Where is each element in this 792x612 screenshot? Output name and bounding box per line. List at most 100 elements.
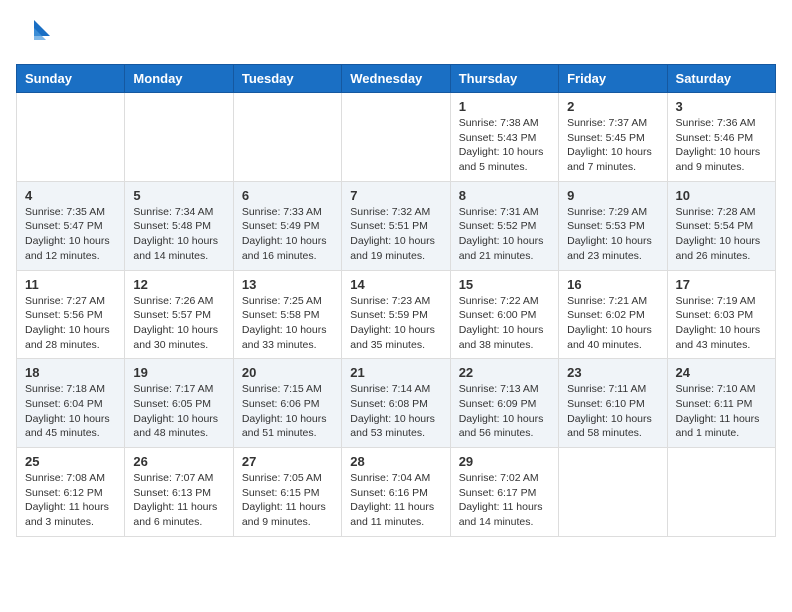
- calendar-cell: 14 Sunrise: 7:23 AM Sunset: 5:59 PM Dayli…: [342, 270, 450, 359]
- calendar-cell: 15 Sunrise: 7:22 AM Sunset: 6:00 PM Dayli…: [450, 270, 558, 359]
- day-info: Sunrise: 7:02 AM Sunset: 6:17 PM Dayligh…: [459, 471, 550, 530]
- calendar-cell: 4 Sunrise: 7:35 AM Sunset: 5:47 PM Daylig…: [17, 181, 125, 270]
- calendar-cell: 6 Sunrise: 7:33 AM Sunset: 5:49 PM Daylig…: [233, 181, 341, 270]
- day-number: 23: [567, 365, 658, 380]
- calendar-cell: 3 Sunrise: 7:36 AM Sunset: 5:46 PM Daylig…: [667, 93, 775, 182]
- calendar-cell: [125, 93, 233, 182]
- day-info: Sunrise: 7:23 AM Sunset: 5:59 PM Dayligh…: [350, 294, 441, 353]
- day-number: 5: [133, 188, 224, 203]
- calendar-cell: 28 Sunrise: 7:04 AM Sunset: 6:16 PM Dayli…: [342, 448, 450, 537]
- calendar-week-row: 4 Sunrise: 7:35 AM Sunset: 5:47 PM Daylig…: [17, 181, 776, 270]
- calendar-cell: 23Sunrise: 7:11 AM Sunset: 6:10 PM Dayli…: [559, 359, 667, 448]
- calendar-cell: [233, 93, 341, 182]
- day-number: 4: [25, 188, 116, 203]
- calendar-cell: 17 Sunrise: 7:19 AM Sunset: 6:03 PM Dayli…: [667, 270, 775, 359]
- day-number: 7: [350, 188, 441, 203]
- day-number: 26: [133, 454, 224, 469]
- calendar-cell: 21 Sunrise: 7:14 AM Sunset: 6:08 PM Dayli…: [342, 359, 450, 448]
- day-of-week-header: Sunday: [17, 65, 125, 93]
- day-of-week-header: Thursday: [450, 65, 558, 93]
- day-number: 25: [25, 454, 116, 469]
- day-number: 22: [459, 365, 550, 380]
- day-of-week-header: Tuesday: [233, 65, 341, 93]
- day-number: 11: [25, 277, 116, 292]
- calendar-cell: 20 Sunrise: 7:15 AM Sunset: 6:06 PM Dayli…: [233, 359, 341, 448]
- calendar-week-row: 25 Sunrise: 7:08 AM Sunset: 6:12 PM Dayli…: [17, 448, 776, 537]
- day-info: Sunrise: 7:15 AM Sunset: 6:06 PM Dayligh…: [242, 382, 333, 441]
- day-info: Sunrise: 7:04 AM Sunset: 6:16 PM Dayligh…: [350, 471, 441, 530]
- day-number: 6: [242, 188, 333, 203]
- day-of-week-header: Saturday: [667, 65, 775, 93]
- day-info: Sunrise: 7:13 AM Sunset: 6:09 PM Dayligh…: [459, 382, 550, 441]
- calendar-cell: 9 Sunrise: 7:29 AM Sunset: 5:53 PM Daylig…: [559, 181, 667, 270]
- day-info: Sunrise: 7:36 AM Sunset: 5:46 PM Dayligh…: [676, 116, 767, 175]
- calendar-cell: 13 Sunrise: 7:25 AM Sunset: 5:58 PM Dayli…: [233, 270, 341, 359]
- calendar-cell: 26 Sunrise: 7:07 AM Sunset: 6:13 PM Dayli…: [125, 448, 233, 537]
- day-info: Sunrise: 7:33 AM Sunset: 5:49 PM Dayligh…: [242, 205, 333, 264]
- day-number: 27: [242, 454, 333, 469]
- day-info: Sunrise: 7:07 AM Sunset: 6:13 PM Dayligh…: [133, 471, 224, 530]
- calendar-cell: [667, 448, 775, 537]
- calendar-cell: 5 Sunrise: 7:34 AM Sunset: 5:48 PM Daylig…: [125, 181, 233, 270]
- calendar-cell: 7 Sunrise: 7:32 AM Sunset: 5:51 PM Daylig…: [342, 181, 450, 270]
- day-info: Sunrise: 7:29 AM Sunset: 5:53 PM Dayligh…: [567, 205, 658, 264]
- day-number: 21: [350, 365, 441, 380]
- header: [16, 16, 776, 52]
- day-info: Sunrise: 7:31 AM Sunset: 5:52 PM Dayligh…: [459, 205, 550, 264]
- day-number: 24: [676, 365, 767, 380]
- day-number: 12: [133, 277, 224, 292]
- day-number: 3: [676, 99, 767, 114]
- day-info: Sunrise: 7:28 AM Sunset: 5:54 PM Dayligh…: [676, 205, 767, 264]
- day-number: 29: [459, 454, 550, 469]
- day-info: Sunrise: 7:19 AM Sunset: 6:03 PM Dayligh…: [676, 294, 767, 353]
- calendar-cell: 18 Sunrise: 7:18 AM Sunset: 6:04 PM Dayli…: [17, 359, 125, 448]
- day-info: Sunrise: 7:08 AM Sunset: 6:12 PM Dayligh…: [25, 471, 116, 530]
- day-number: 20: [242, 365, 333, 380]
- calendar-header-row: SundayMondayTuesdayWednesdayThursdayFrid…: [17, 65, 776, 93]
- calendar-cell: 27Sunrise: 7:05 AM Sunset: 6:15 PM Dayli…: [233, 448, 341, 537]
- day-number: 16: [567, 277, 658, 292]
- day-info: Sunrise: 7:25 AM Sunset: 5:58 PM Dayligh…: [242, 294, 333, 353]
- calendar-cell: 2 Sunrise: 7:37 AM Sunset: 5:45 PM Daylig…: [559, 93, 667, 182]
- day-number: 19: [133, 365, 224, 380]
- day-info: Sunrise: 7:14 AM Sunset: 6:08 PM Dayligh…: [350, 382, 441, 441]
- day-info: Sunrise: 7:35 AM Sunset: 5:47 PM Dayligh…: [25, 205, 116, 264]
- calendar-cell: 10 Sunrise: 7:28 AM Sunset: 5:54 PM Dayli…: [667, 181, 775, 270]
- day-number: 8: [459, 188, 550, 203]
- day-number: 14: [350, 277, 441, 292]
- day-of-week-header: Friday: [559, 65, 667, 93]
- calendar-cell: 22 Sunrise: 7:13 AM Sunset: 6:09 PM Dayli…: [450, 359, 558, 448]
- day-number: 13: [242, 277, 333, 292]
- day-number: 28: [350, 454, 441, 469]
- calendar-cell: 24Sunrise: 7:10 AM Sunset: 6:11 PM Dayli…: [667, 359, 775, 448]
- day-number: 17: [676, 277, 767, 292]
- day-number: 10: [676, 188, 767, 203]
- day-info: Sunrise: 7:32 AM Sunset: 5:51 PM Dayligh…: [350, 205, 441, 264]
- day-of-week-header: Wednesday: [342, 65, 450, 93]
- calendar-cell: 1 Sunrise: 7:38 AM Sunset: 5:43 PM Daylig…: [450, 93, 558, 182]
- day-info: Sunrise: 7:37 AM Sunset: 5:45 PM Dayligh…: [567, 116, 658, 175]
- day-info: Sunrise: 7:21 AM Sunset: 6:02 PM Dayligh…: [567, 294, 658, 353]
- calendar-cell: 19Sunrise: 7:17 AM Sunset: 6:05 PM Dayli…: [125, 359, 233, 448]
- day-info: Sunrise: 7:34 AM Sunset: 5:48 PM Dayligh…: [133, 205, 224, 264]
- day-of-week-header: Monday: [125, 65, 233, 93]
- calendar-week-row: 1 Sunrise: 7:38 AM Sunset: 5:43 PM Daylig…: [17, 93, 776, 182]
- day-info: Sunrise: 7:38 AM Sunset: 5:43 PM Dayligh…: [459, 116, 550, 175]
- calendar-week-row: 18 Sunrise: 7:18 AM Sunset: 6:04 PM Dayli…: [17, 359, 776, 448]
- day-number: 18: [25, 365, 116, 380]
- day-number: 15: [459, 277, 550, 292]
- day-info: Sunrise: 7:27 AM Sunset: 5:56 PM Dayligh…: [25, 294, 116, 353]
- day-info: Sunrise: 7:22 AM Sunset: 6:00 PM Dayligh…: [459, 294, 550, 353]
- day-info: Sunrise: 7:18 AM Sunset: 6:04 PM Dayligh…: [25, 382, 116, 441]
- calendar-cell: 29 Sunrise: 7:02 AM Sunset: 6:17 PM Dayli…: [450, 448, 558, 537]
- calendar-cell: 12Sunrise: 7:26 AM Sunset: 5:57 PM Dayli…: [125, 270, 233, 359]
- logo-icon: [16, 16, 52, 52]
- calendar-cell: [17, 93, 125, 182]
- calendar-cell: 16 Sunrise: 7:21 AM Sunset: 6:02 PM Dayli…: [559, 270, 667, 359]
- day-number: 9: [567, 188, 658, 203]
- day-number: 1: [459, 99, 550, 114]
- calendar-cell: 8 Sunrise: 7:31 AM Sunset: 5:52 PM Daylig…: [450, 181, 558, 270]
- calendar-cell: 25 Sunrise: 7:08 AM Sunset: 6:12 PM Dayli…: [17, 448, 125, 537]
- calendar-week-row: 11 Sunrise: 7:27 AM Sunset: 5:56 PM Dayli…: [17, 270, 776, 359]
- day-number: 2: [567, 99, 658, 114]
